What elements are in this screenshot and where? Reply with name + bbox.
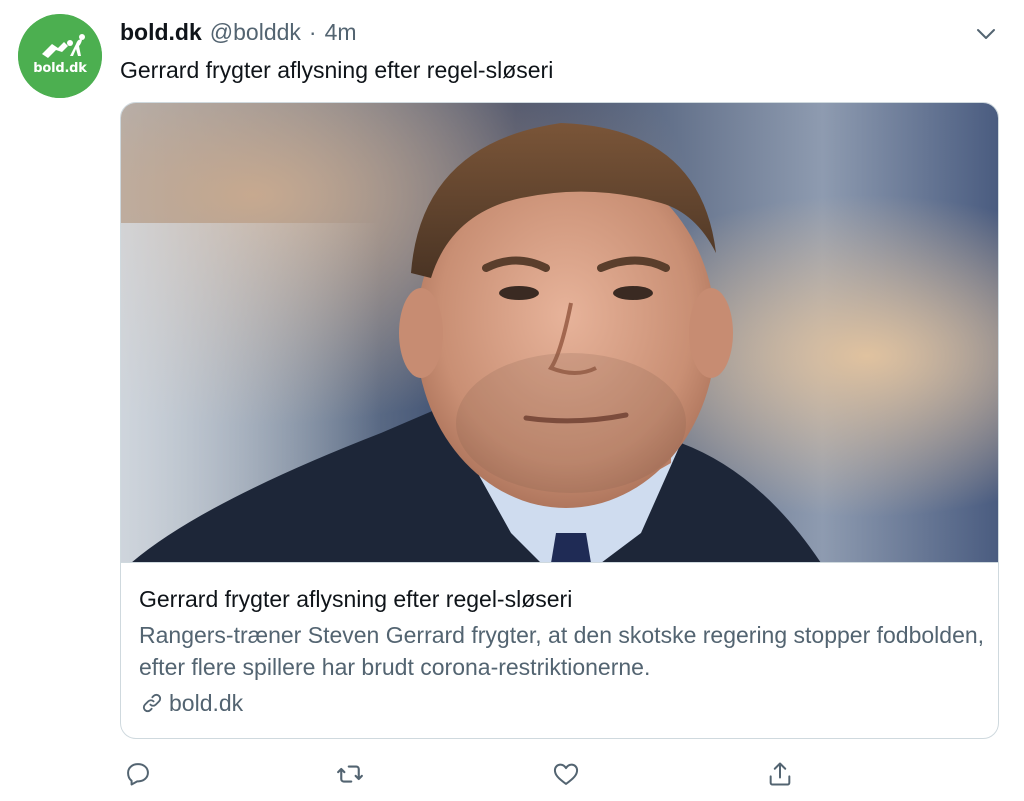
reply-button[interactable]	[120, 756, 156, 792]
share-icon	[769, 762, 791, 786]
avatar-label: bold.dk	[33, 61, 87, 76]
card-domain: bold.dk	[139, 687, 243, 719]
retweet-button[interactable]	[332, 756, 368, 792]
bold-logo-icon	[18, 14, 102, 98]
card-title: Gerrard frygter aflysning efter regel-sl…	[139, 586, 573, 612]
more-options-button[interactable]	[972, 20, 1000, 48]
tweet-actions	[120, 756, 800, 792]
like-button[interactable]	[548, 756, 584, 792]
link-card[interactable]: Gerrard frygter aflysning efter regel-sl…	[120, 102, 999, 739]
chevron-down-icon	[977, 29, 995, 39]
reply-icon	[127, 763, 149, 786]
link-icon	[142, 693, 162, 713]
card-domain-text: bold.dk	[169, 690, 244, 716]
timestamp[interactable]: 4m	[325, 16, 357, 48]
card-image[interactable]	[121, 103, 998, 563]
photo-icon	[121, 103, 998, 562]
tweet-text: Gerrard frygter aflysning efter regel-sl…	[120, 57, 554, 83]
tweet-header: bold.dk @bolddk · 4m	[120, 16, 357, 48]
tweet[interactable]: bold.dk bold.dk @bolddk · 4m Gerrard fry…	[0, 0, 1024, 801]
share-button[interactable]	[762, 756, 798, 792]
card-description: Rangers-træner Steven Gerrard frygter, a…	[139, 622, 985, 680]
separator: ·	[308, 19, 317, 45]
like-icon	[553, 763, 579, 785]
user-handle[interactable]: @bolddk	[210, 16, 301, 48]
display-name[interactable]: bold.dk	[120, 16, 202, 48]
avatar[interactable]: bold.dk	[18, 14, 102, 98]
retweet-icon	[337, 765, 363, 783]
